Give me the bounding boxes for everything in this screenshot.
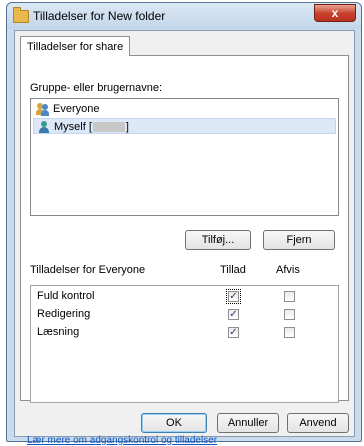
list-item-label-suffix: ] (125, 121, 129, 133)
apply-button[interactable]: Anvend (287, 413, 349, 433)
group-users-icon (36, 103, 49, 116)
close-button[interactable]: x (314, 4, 356, 22)
permissions-label: Tilladelser for Everyone (30, 264, 146, 276)
allow-column-header: Tillad (220, 264, 246, 276)
permission-name: Fuld kontrol (37, 290, 95, 302)
folder-icon (13, 7, 29, 23)
allow-checkbox[interactable]: ✓ (226, 289, 241, 304)
learn-more-link[interactable]: Lær mere om adgangskontrol og tilladelse… (27, 435, 217, 446)
permission-name: Læsning (37, 326, 80, 338)
title-bar: Tilladelser for New folder x (7, 3, 361, 29)
deny-checkbox[interactable] (284, 309, 295, 320)
permission-row-full-control: Fuld kontrol ✓ (31, 289, 340, 305)
permission-row-modify: Redigering ✓ (31, 307, 340, 323)
cancel-button[interactable]: Annuller (217, 413, 279, 433)
list-item-everyone[interactable]: Everyone (33, 101, 336, 117)
deny-column-header: Afvis (276, 264, 300, 276)
window-title: Tilladelser for New folder (33, 9, 166, 23)
permissions-dialog: Tilladelser for New folder x Tilladelser… (6, 2, 362, 446)
list-item-label: Myself [ (54, 121, 92, 133)
list-item-myself[interactable]: Myself [] (33, 118, 336, 134)
redacted-username (92, 122, 125, 133)
allow-checkbox[interactable]: ✓ (228, 309, 239, 320)
deny-checkbox[interactable] (284, 327, 295, 338)
permission-row-read: Læsning ✓ (31, 325, 340, 341)
tab-permissions-for-share[interactable]: Tilladelser for share (20, 36, 131, 56)
allow-checkbox[interactable]: ✓ (228, 327, 239, 338)
list-item-label: Everyone (53, 103, 100, 115)
deny-checkbox[interactable] (284, 291, 295, 302)
dialog-body: Tilladelser for share Gruppe- eller brug… (14, 30, 355, 446)
permission-name: Redigering (37, 308, 91, 320)
add-button[interactable]: Tilføj... (185, 230, 251, 250)
groups-listbox[interactable]: Everyone Myself [] (30, 98, 339, 216)
user-icon (38, 121, 50, 133)
tab-panel: Gruppe- eller brugernavne: Everyone Myse… (20, 55, 349, 446)
ok-button[interactable]: OK (141, 413, 207, 433)
permissions-grid: Fuld kontrol ✓ Redigering ✓ Læsning ✓ (30, 285, 339, 403)
remove-button[interactable]: Fjern (263, 230, 335, 250)
groups-label: Gruppe- eller brugernavne: (30, 82, 163, 94)
